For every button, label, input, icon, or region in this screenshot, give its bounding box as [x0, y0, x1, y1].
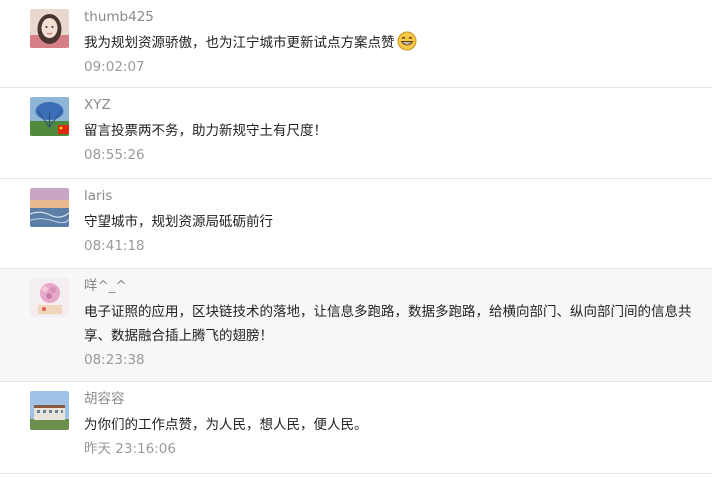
- username: XYZ: [84, 97, 111, 113]
- comment-item: 胡容容 为你们的工作点赞，为人民，想人民，便人民。 昨天 23:16:06: [0, 382, 712, 474]
- timestamp: 08:41:18: [84, 238, 145, 254]
- comment-list: thumb425 我为规划资源骄傲，也为江宁城市更新试点方案点赞 09:02:0…: [0, 0, 712, 478]
- avatar[interactable]: [30, 391, 69, 430]
- comment-text-content: 我为规划资源骄傲，也为江宁城市更新试点方案点赞: [84, 35, 395, 51]
- comment-text: 留言投票两不务，助力新规守土有尺度！: [84, 123, 327, 139]
- timestamp: 08:23:38: [84, 352, 145, 368]
- timestamp: 09:02:07: [84, 59, 145, 75]
- avatar[interactable]: [30, 9, 69, 48]
- timestamp: 08:55:26: [84, 147, 145, 163]
- grinning-face-icon: [397, 31, 416, 51]
- timestamp: 昨天 23:16:06: [84, 441, 176, 457]
- username: 胡容容: [84, 391, 125, 407]
- comment-item: thumb425 我为规划资源骄傲，也为江宁城市更新试点方案点赞 09:02:0…: [0, 0, 712, 88]
- username: 咩^_^: [84, 278, 127, 294]
- comment-text: 电子证照的应用，区块链技术的落地，让信息多跑路，数据多跑路，给横向部门、纵向部门…: [84, 304, 692, 344]
- comment-text: 守望城市，规划资源局砥砺前行: [84, 214, 273, 230]
- comment-text: 为你们的工作点赞，为人民，想人民，便人民。: [84, 417, 368, 433]
- username: thumb425: [84, 9, 154, 25]
- avatar[interactable]: [30, 188, 69, 227]
- china-flag-icon: [58, 125, 69, 134]
- username: laris: [84, 188, 113, 204]
- comment-item: XYZ 留言投票两不务，助力新规守土有尺度！ 08:55:26: [0, 88, 712, 179]
- comment-item: 咩^_^ 电子证照的应用，区块链技术的落地，让信息多跑路，数据多跑路，给横向部门…: [0, 269, 712, 382]
- avatar[interactable]: [30, 278, 69, 317]
- comment-text: 我为规划资源骄傲，也为江宁城市更新试点方案点赞: [84, 31, 696, 55]
- comment-item: laris 守望城市，规划资源局砥砺前行 08:41:18: [0, 179, 712, 269]
